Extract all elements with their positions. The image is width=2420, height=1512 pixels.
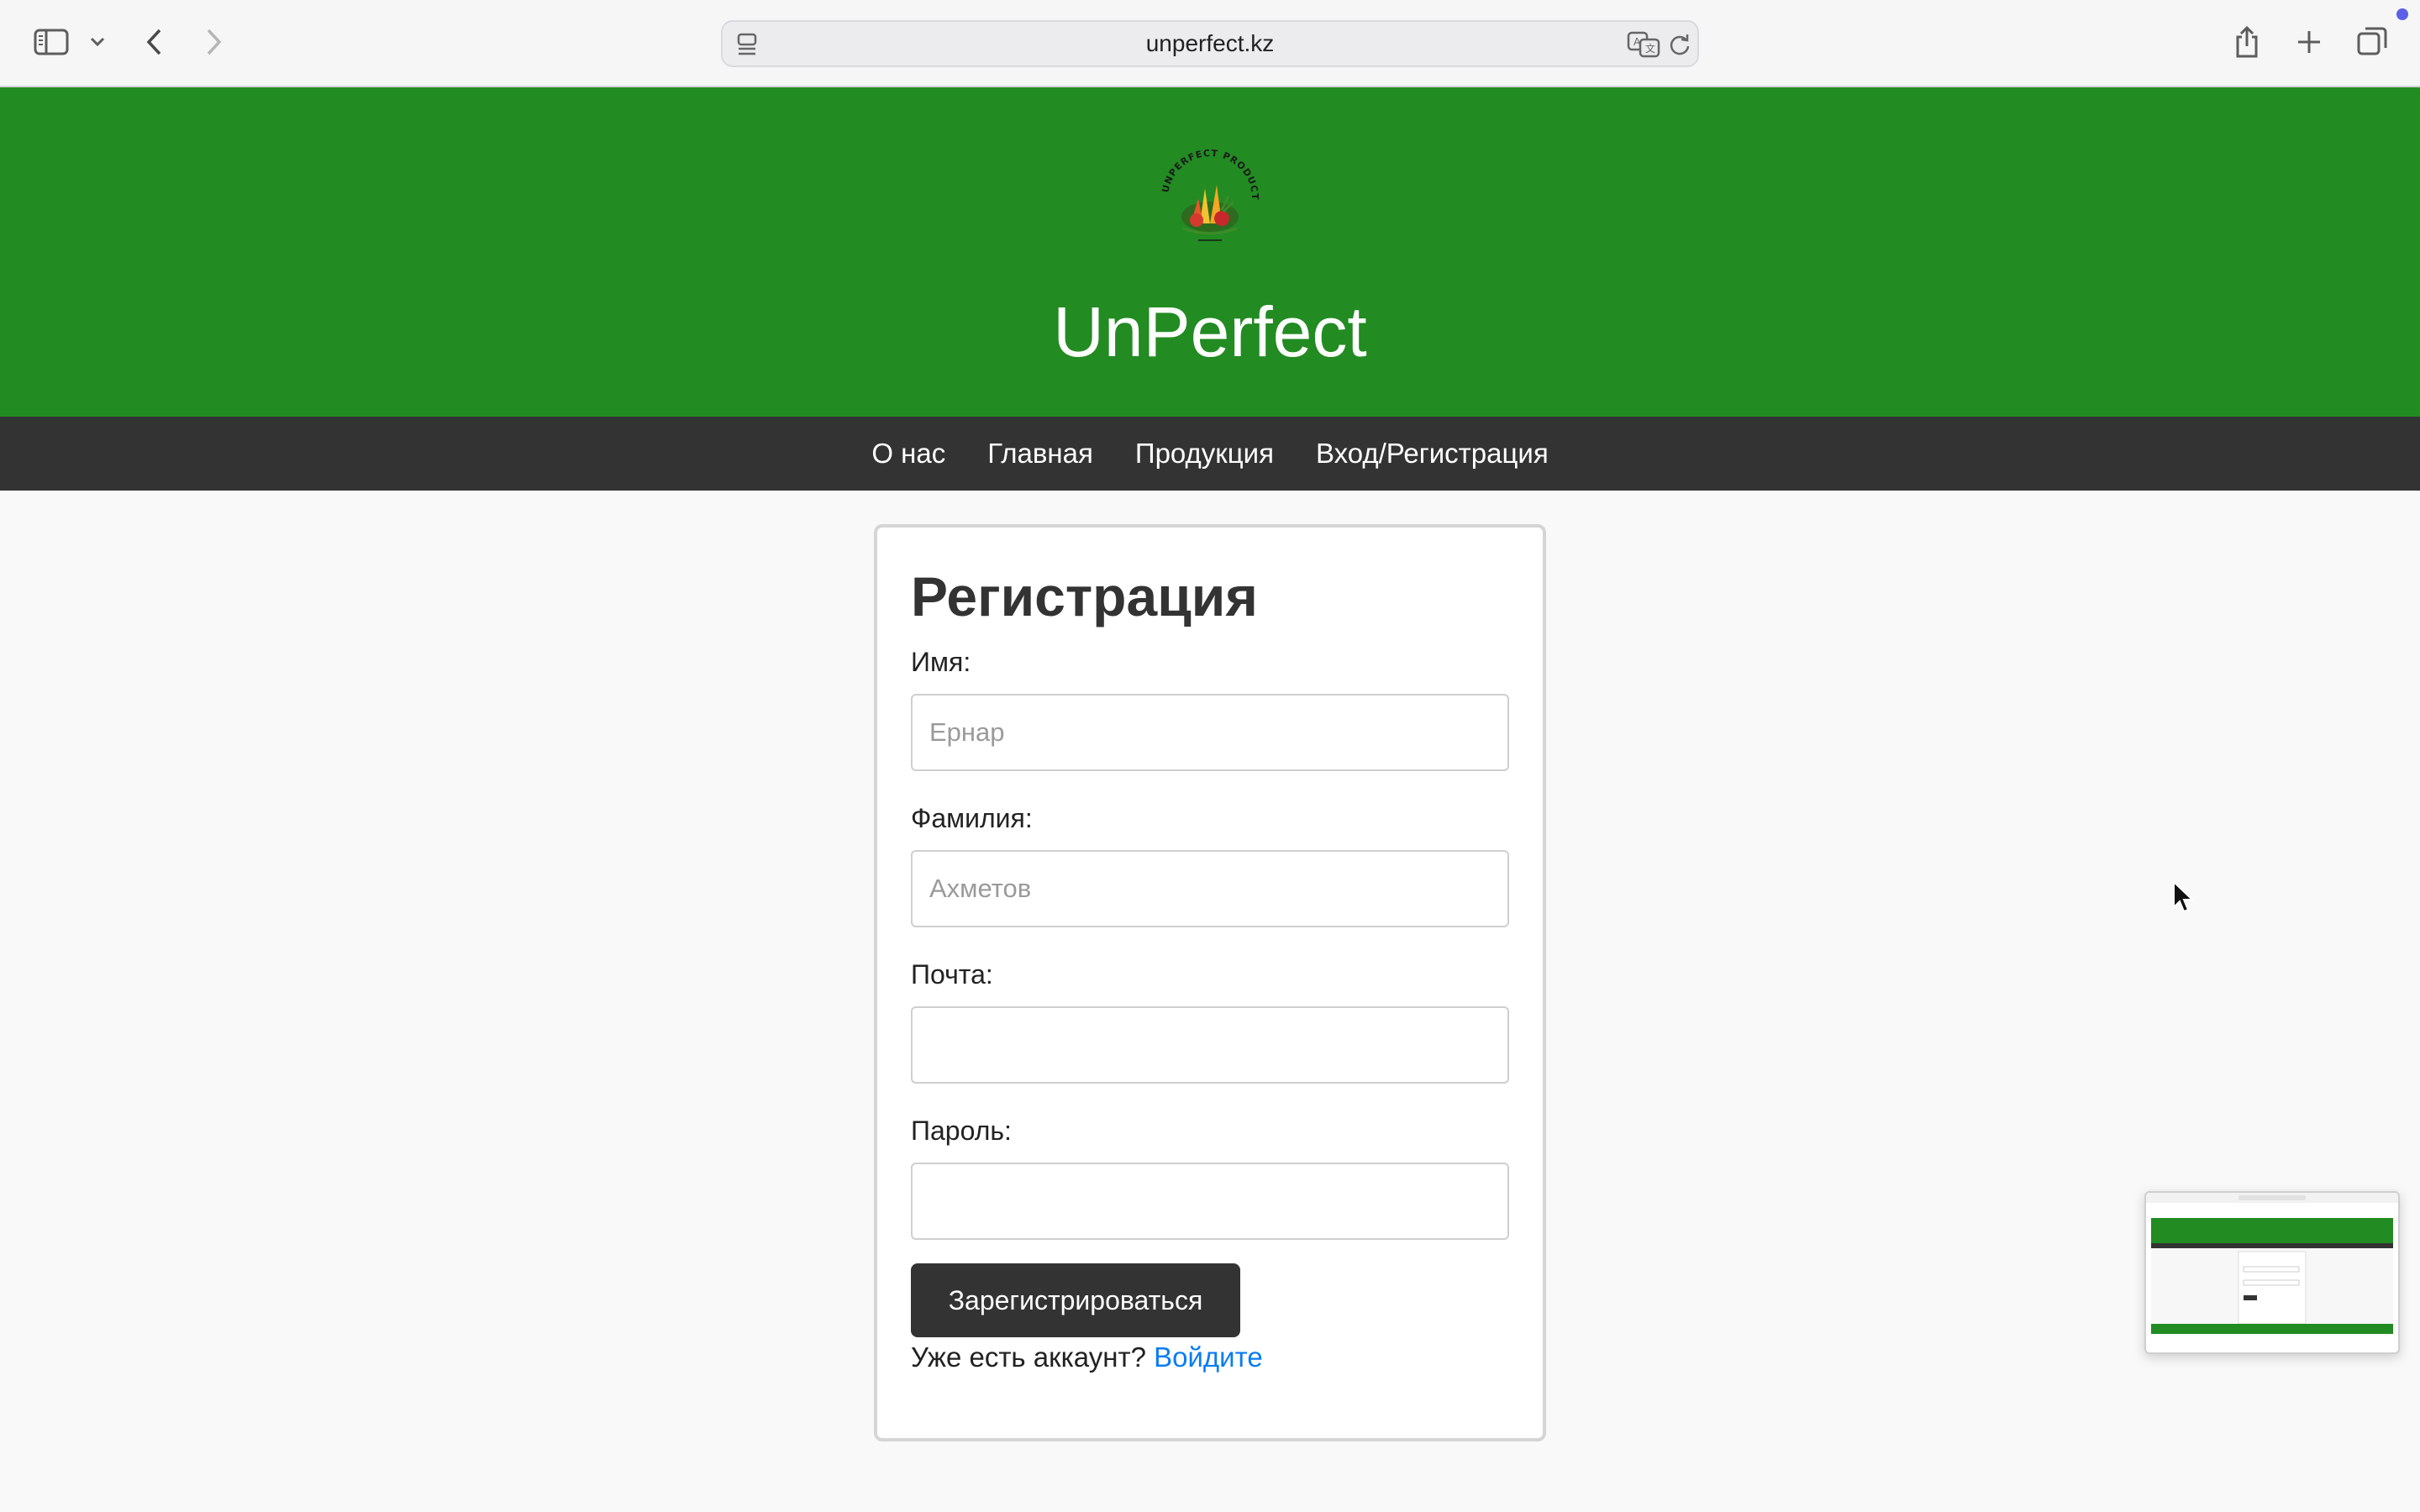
screenshot-thumbnail[interactable] [2144,1191,2400,1354]
address-bar[interactable]: unperfect.kz A文 [721,20,1699,67]
tab-overview-icon[interactable] [2356,25,2388,57]
first-name-input[interactable] [911,694,1509,771]
reload-icon[interactable] [1667,32,1692,57]
browser-toolbar: unperfect.kz A文 [0,0,2420,87]
notification-dot [2396,8,2408,20]
share-icon[interactable] [2232,24,2262,60]
login-prompt-text: Уже есть аккаунт? [911,1341,1146,1373]
password-input[interactable] [911,1163,1509,1240]
svg-text:文: 文 [1645,42,1655,55]
nav-products[interactable]: Продукция [1135,438,1274,470]
login-prompt: Уже есть аккаунт? Войдите [911,1339,1263,1376]
login-link[interactable]: Войдите [1154,1341,1263,1373]
register-button[interactable]: Зарегистрироваться [911,1263,1240,1337]
first-name-label: Имя: [911,647,971,677]
back-icon[interactable] [141,25,166,59]
svg-text:A: A [1634,36,1641,48]
nav-login-register[interactable]: Вход/Регистрация [1316,438,1549,470]
email-label: Почта: [911,959,993,990]
chevron-down-icon[interactable] [87,32,108,52]
url-text[interactable]: unperfect.kz [723,22,1697,66]
registration-card: Регистрация Имя: Фамилия: Почта: Пароль:… [874,524,1546,1441]
logo[interactable]: UNPERFECT PRODUCTS [1146,138,1270,250]
nav-about[interactable]: О нас [871,438,945,470]
site-header: UNPERFECT PRODUCTS UnPerfect [0,87,2420,417]
translate-icon[interactable]: A文 [1627,30,1660,59]
email-input[interactable] [911,1006,1509,1084]
sidebar-toggle-icon[interactable] [32,25,71,59]
new-tab-icon[interactable] [2294,27,2324,57]
last-name-label: Фамилия: [911,803,1033,833]
last-name-input[interactable] [911,850,1509,927]
password-label: Пароль: [911,1116,1012,1146]
nav-home[interactable]: Главная [987,438,1093,470]
site-title: UnPerfect [1053,292,1367,371]
forward-icon[interactable] [202,25,227,59]
main-nav: О нас Главная Продукция Вход/Регистрация [0,417,2420,491]
page-title: Регистрация [911,565,1258,627]
mouse-cursor-icon [2171,879,2196,914]
